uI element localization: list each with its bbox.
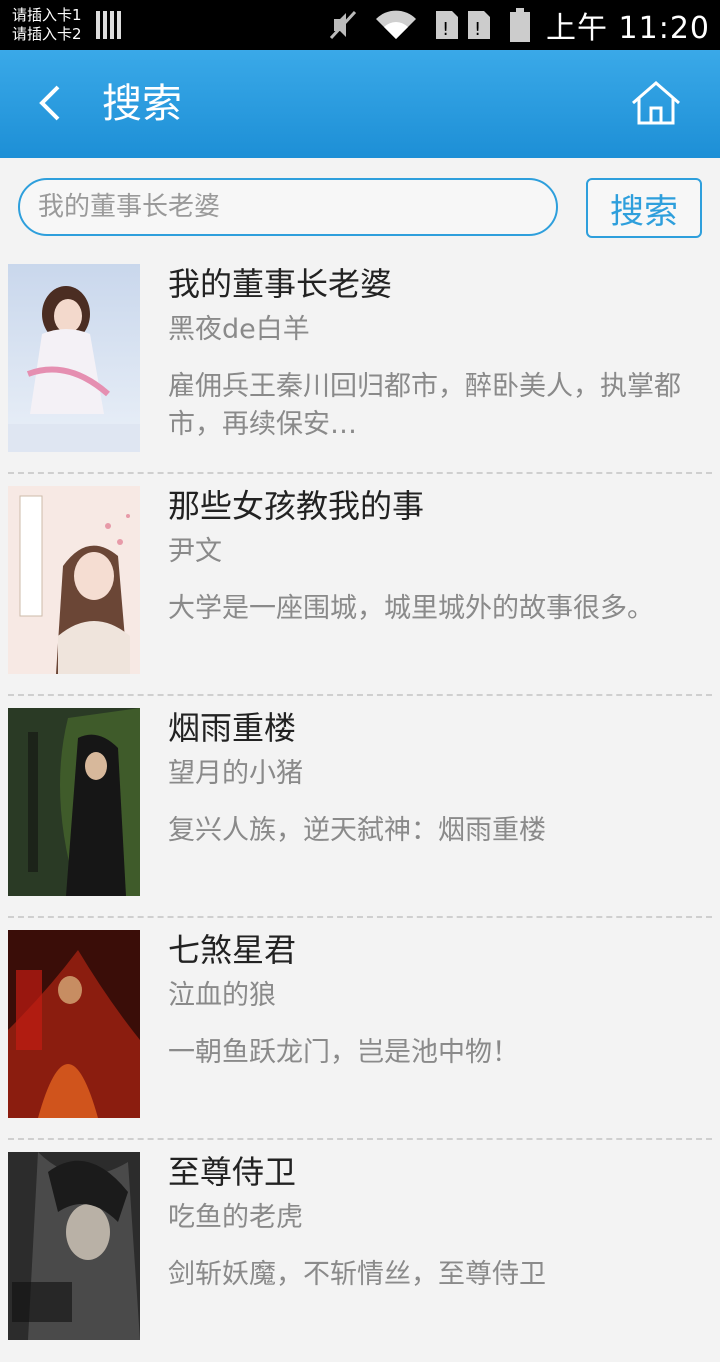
book-author: 黑夜de白羊 [168,314,310,345]
mute-icon [328,9,358,41]
sim-card-icon: !! [434,9,494,41]
list-item[interactable]: 那些女孩教我的事 尹文 大学是一座围城，城里城外的故事很多。 [0,474,720,696]
book-description: 剑斩妖魔，不斩情丝，至尊侍卫 [168,1259,546,1290]
book-author: 泣血的狼 [168,980,276,1011]
search-button[interactable]: 搜索 [586,178,702,238]
book-title: 那些女孩教我的事 [168,487,425,525]
status-bar: 请插入卡1 请插入卡2 !! 上午 11:20 [0,0,720,50]
svg-text:!: ! [442,19,449,40]
svg-text:!: ! [474,19,481,40]
book-description: 一朝鱼跃龙门，岂是池中物！ [168,1037,519,1068]
home-icon[interactable] [630,80,682,130]
page-title: 搜索 [102,81,182,127]
book-author: 望月的小猪 [168,758,303,789]
book-description: 雇佣兵王秦川回归都市，醉卧美人，执掌都市，再续保安… [168,371,681,440]
sim-status: 请插入卡1 请插入卡2 [12,6,82,44]
book-author: 尹文 [168,536,222,567]
search-input[interactable] [18,178,558,236]
book-title: 烟雨重楼 [168,709,297,747]
sim2-label: 请插入卡2 [12,25,82,43]
book-description: 复兴人族，逆天弑神：烟雨重楼 [168,815,546,846]
book-title: 七煞星君 [168,931,297,969]
book-cover [8,486,140,674]
list-item[interactable]: 七煞星君 泣血的狼 一朝鱼跃龙门，岂是池中物！ [0,918,720,1140]
app-header: 搜索 [0,50,720,158]
book-description: 大学是一座围城，城里城外的故事很多。 [168,593,654,624]
book-cover [8,930,140,1118]
book-author: 吃鱼的老虎 [168,1202,303,1233]
list-item[interactable]: 我的董事长老婆 黑夜de白羊 雇佣兵王秦川回归都市，醉卧美人，执掌都市，再续保安… [0,252,720,474]
book-title: 我的董事长老婆 [168,265,393,303]
back-icon[interactable] [36,83,66,127]
battery-icon [510,8,530,42]
signal-bars-icon [96,11,122,39]
book-cover [8,708,140,896]
wifi-icon [374,9,418,41]
book-title: 至尊侍卫 [168,1153,297,1191]
book-cover [8,1152,140,1340]
sim1-label: 请插入卡1 [12,6,82,24]
clock: 上午 11:20 [546,11,710,46]
result-list: 我的董事长老婆 黑夜de白羊 雇佣兵王秦川回归都市，醉卧美人，执掌都市，再续保安… [0,252,720,1362]
list-item[interactable]: 烟雨重楼 望月的小猪 复兴人族，逆天弑神：烟雨重楼 [0,696,720,918]
book-cover [8,264,140,452]
list-item[interactable]: 至尊侍卫 吃鱼的老虎 剑斩妖魔，不斩情丝，至尊侍卫 [0,1140,720,1362]
